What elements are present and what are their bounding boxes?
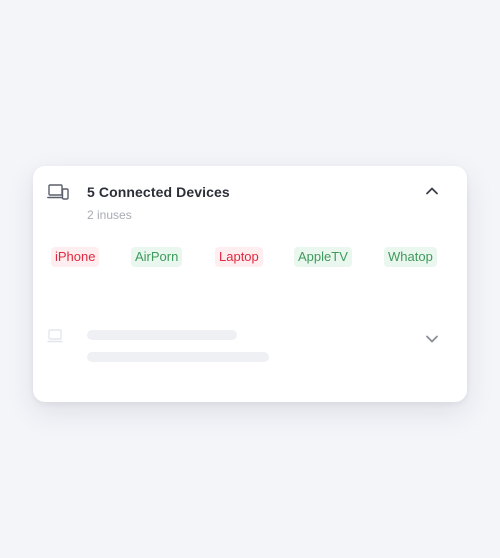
chevron-down-icon[interactable] bbox=[425, 334, 439, 344]
device-chip-iphone[interactable]: iPhone bbox=[51, 247, 100, 267]
placeholder-device-icon bbox=[47, 329, 63, 343]
device-chip-laptop[interactable]: Laptop bbox=[215, 247, 263, 267]
laptop-phone-icon bbox=[47, 184, 69, 200]
device-chip-list: iPhone AirPorn Laptop AppleTV Whatop bbox=[51, 247, 451, 269]
device-chip-watch[interactable]: Whatop bbox=[384, 247, 437, 267]
chevron-up-icon[interactable] bbox=[425, 186, 439, 196]
device-chip-airpods[interactable]: AirPorn bbox=[131, 247, 183, 267]
device-chip-appletv[interactable]: AppleTV bbox=[294, 247, 352, 267]
placeholder-title-line bbox=[87, 330, 237, 340]
connected-devices-title: 5 Connected Devices bbox=[87, 184, 230, 200]
collapsed-device-row[interactable] bbox=[33, 314, 467, 374]
placeholder-subtitle-line bbox=[87, 352, 269, 362]
connected-devices-header[interactable]: 5 Connected Devices 2 inuses iPhone AirP… bbox=[33, 166, 467, 276]
devices-in-use-count: 2 inuses bbox=[87, 208, 132, 222]
connected-devices-card: 5 Connected Devices 2 inuses iPhone AirP… bbox=[33, 166, 467, 402]
